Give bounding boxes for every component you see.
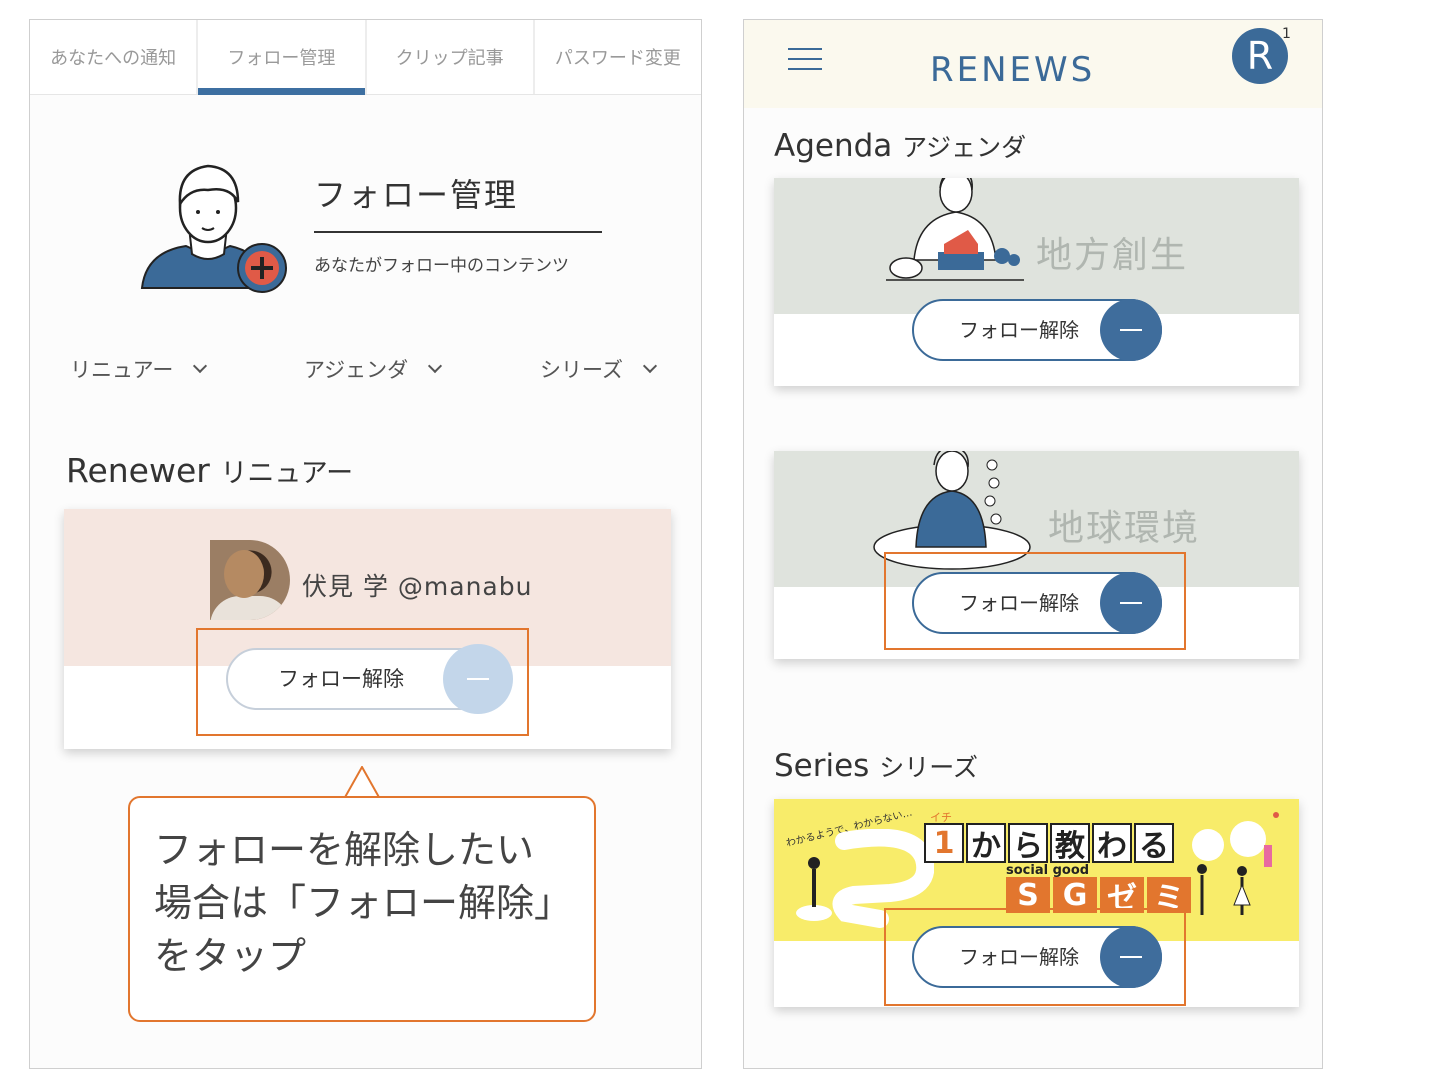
chevron-down-icon (428, 358, 443, 374)
hamburger-menu-icon[interactable] (788, 48, 822, 70)
callout-pointer (344, 766, 380, 800)
highlight-frame (884, 552, 1186, 650)
app-logo[interactable]: RENEWS (930, 50, 1095, 90)
notification-badge: 1 (1282, 26, 1291, 42)
page-subtitle: あなたがフォロー中のコンテンツ (314, 256, 569, 276)
user-menu-icon[interactable]: R (1232, 28, 1288, 84)
filter-label: リニュアー (70, 358, 174, 382)
avatar[interactable] (210, 540, 290, 620)
person-building-icon (886, 178, 1024, 281)
follow-list-screen: RENEWS R 1 Agenda アジェンダ 地方創生 フォロー解除 地球環境… (743, 19, 1323, 1069)
tab-notifications[interactable]: あなたへの通知 (30, 20, 199, 94)
person-add-icon (140, 164, 287, 293)
section-title-en: Renewer (66, 451, 210, 490)
minus-icon (1100, 299, 1162, 361)
thumbs-up-people-icon (1192, 812, 1279, 915)
banner-subtitle: social good (1006, 863, 1090, 878)
section-heading-agenda: Agenda アジェンダ (774, 128, 1026, 164)
section-heading-renewer: Renewer リニュアー (66, 451, 353, 490)
highlight-frame (196, 628, 529, 736)
banner-title: 1 か ら 教 わ る (924, 823, 1174, 864)
page-title: フォロー管理 (314, 176, 519, 214)
account-tabs: あなたへの通知 フォロー管理 クリップ記事 パスワード変更 (30, 20, 701, 95)
instruction-callout: フォローを解除したい 場合は「フォロー解除」 をタップ (128, 796, 596, 1022)
filter-label: アジェンダ (304, 358, 409, 382)
filter-agenda[interactable]: アジェンダ (304, 354, 443, 384)
unfollow-label: フォロー解除 (959, 318, 1079, 342)
app-header: RENEWS R 1 (744, 20, 1322, 108)
renewer-name[interactable]: 伏見 学 @manabu (302, 567, 532, 603)
agenda-illustration[interactable]: 地方創生 (774, 178, 1299, 314)
agenda-label: 地方創生 (1036, 235, 1189, 276)
section-title-en: Agenda (774, 128, 893, 164)
section-title-jp: シリーズ (879, 753, 978, 782)
category-filters: リニュアー アジェンダ シリーズ (70, 354, 670, 394)
follow-management-screen: あなたへの通知 フォロー管理 クリップ記事 パスワード変更 フォロー管理 あなた… (29, 19, 702, 1069)
tab-follow-management[interactable]: フォロー管理 (198, 20, 367, 95)
filter-series[interactable]: シリーズ (540, 354, 658, 384)
chevron-down-icon (642, 358, 658, 374)
section-title-jp: アジェンダ (902, 133, 1027, 162)
filter-label: シリーズ (540, 358, 623, 382)
section-title-jp: リニュアー (220, 458, 354, 489)
tab-clipped-articles[interactable]: クリップ記事 (367, 20, 535, 94)
highlight-frame (884, 908, 1186, 1006)
tab-change-password[interactable]: パスワード変更 (535, 20, 701, 94)
title-divider (314, 231, 602, 233)
chevron-down-icon (193, 358, 208, 374)
section-heading-series: Series シリーズ (774, 748, 978, 784)
callout-text: フォローを解除したい 場合は「フォロー解除」 をタップ (154, 828, 573, 978)
filter-renewer[interactable]: リニュアー (70, 354, 208, 384)
unfollow-button[interactable]: フォロー解除 (912, 299, 1162, 361)
agenda-card: 地方創生 フォロー解除 (774, 178, 1299, 386)
section-title-en: Series (774, 748, 870, 784)
agenda-label: 地球環境 (1048, 508, 1201, 549)
